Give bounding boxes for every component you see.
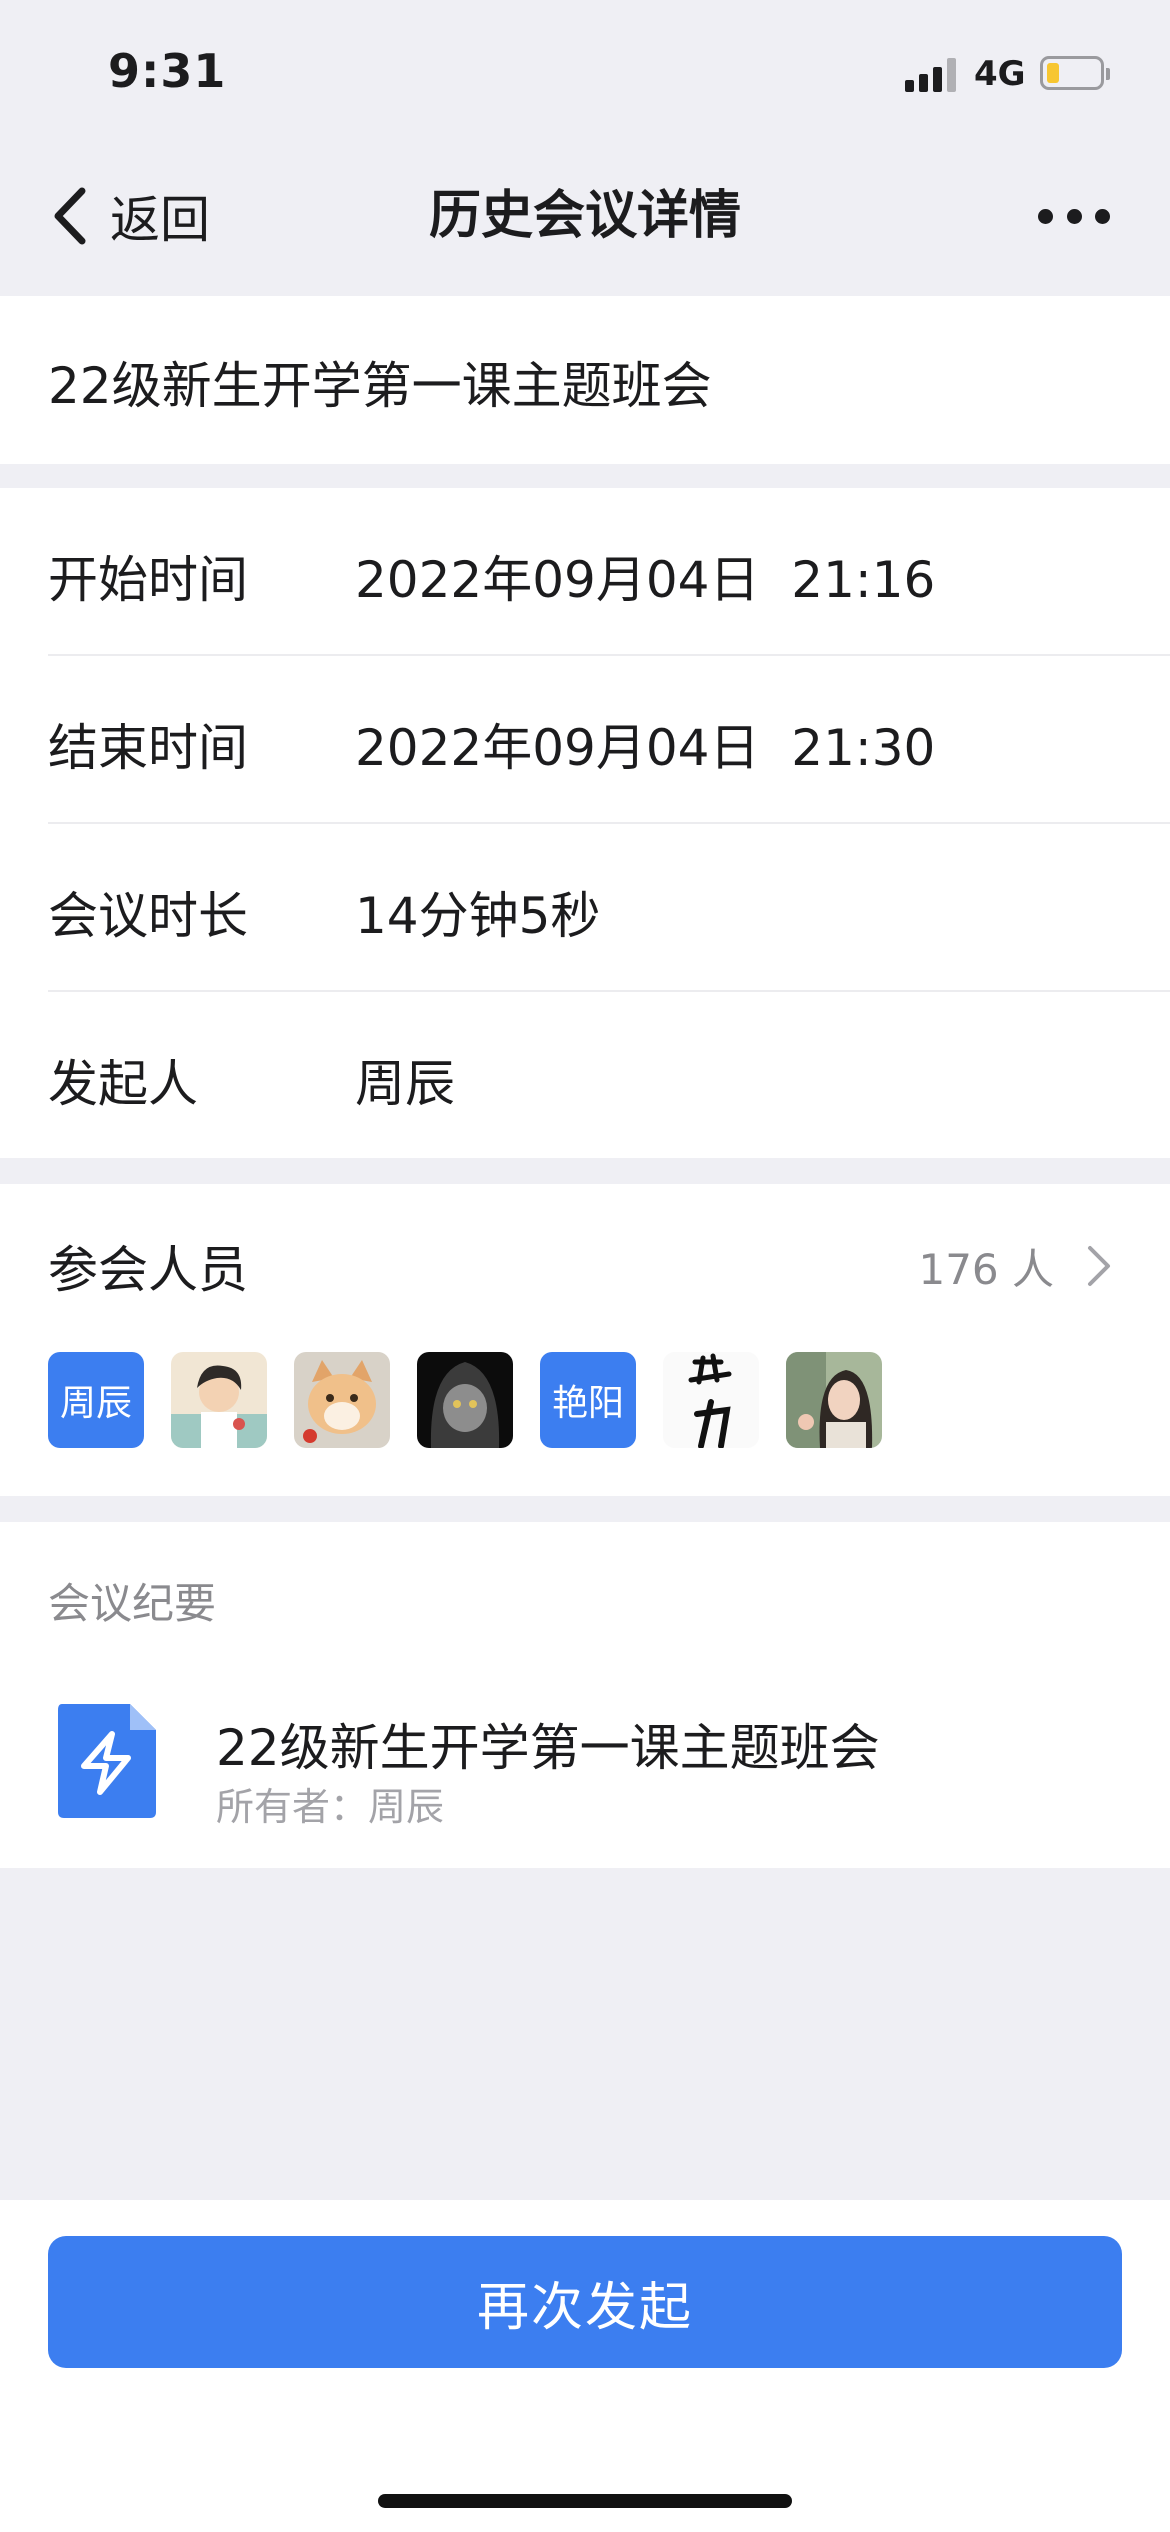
avatar[interactable]: 周辰 — [48, 1352, 144, 1448]
start-time-row: 开始时间 2022年09月04日 21:16 — [48, 488, 1170, 656]
hooded-cat-avatar-icon[interactable] — [417, 1352, 513, 1448]
meeting-title-card: 22级新生开学第一课主题班会 — [0, 296, 1170, 464]
meeting-notes-document[interactable]: 22级新生开学第一课主题班会 所有者：周辰 — [48, 1690, 1122, 1829]
end-time-label: 结束时间 — [48, 719, 248, 777]
start-time-value: 2022年09月04日 21:16 — [355, 551, 936, 609]
meeting-title: 22级新生开学第一课主题班会 — [48, 357, 712, 415]
document-name: 22级新生开学第一课主题班会 — [216, 1719, 880, 1777]
home-indicator — [378, 2494, 792, 2508]
duration-row: 会议时长 14分钟5秒 — [48, 824, 1170, 992]
more-icon[interactable] — [1038, 196, 1110, 236]
host-row: 发起人 周辰 — [48, 992, 1170, 1160]
status-time: 9:31 — [108, 44, 227, 98]
host-label: 发起人 — [48, 1055, 198, 1113]
nav-bar: 返回 历史会议详情 — [0, 140, 1170, 295]
attendees-title: 参会人员 — [48, 1241, 248, 1299]
meeting-notes-title: 会议纪要 — [48, 1579, 217, 1628]
meeting-info-card: 开始时间 2022年09月04日 21:16 结束时间 2022年09月04日 … — [0, 488, 1170, 1158]
signal-icon — [905, 58, 957, 92]
network-label: 4G — [974, 54, 1026, 94]
document-icon — [58, 1704, 156, 1818]
page-title: 历史会议详情 — [428, 186, 741, 246]
attendees-card[interactable]: 参会人员 176 人 周辰 艳阳 — [0, 1184, 1170, 1496]
meeting-notes-card: 会议纪要 22级新生开学第一课主题班会 所有者：周辰 — [0, 1522, 1170, 1868]
end-time-value: 2022年09月04日 21:30 — [355, 719, 936, 777]
calligraphy-avatar-icon[interactable] — [663, 1352, 759, 1448]
cartoon-boy-avatar-icon[interactable] — [171, 1352, 267, 1448]
start-time-label: 开始时间 — [48, 551, 248, 609]
bottom-action-bar: 再次发起 — [0, 2200, 1170, 2532]
attendees-count: 176 人 — [918, 1245, 1054, 1294]
duration-value: 14分钟5秒 — [355, 887, 601, 945]
screen: 9:31 4G 返回 历史会议详情 22级新生开学第一课主题班会 开始时间 20… — [0, 0, 1170, 2532]
battery-icon — [1040, 56, 1110, 90]
attendee-avatars: 周辰 艳阳 — [48, 1352, 909, 1448]
duration-label: 会议时长 — [48, 887, 248, 945]
chevron-right-icon[interactable] — [1086, 1244, 1112, 1288]
relaunch-button[interactable]: 再次发起 — [48, 2236, 1122, 2368]
document-owner: 所有者：周辰 — [216, 1785, 445, 1829]
end-time-row: 结束时间 2022年09月04日 21:30 — [48, 656, 1170, 824]
orange-cat-avatar-icon[interactable] — [294, 1352, 390, 1448]
status-bar: 9:31 4G — [0, 0, 1170, 140]
girl-photo-avatar-icon[interactable] — [786, 1352, 882, 1448]
avatar[interactable]: 艳阳 — [540, 1352, 636, 1448]
host-value: 周辰 — [355, 1055, 455, 1113]
